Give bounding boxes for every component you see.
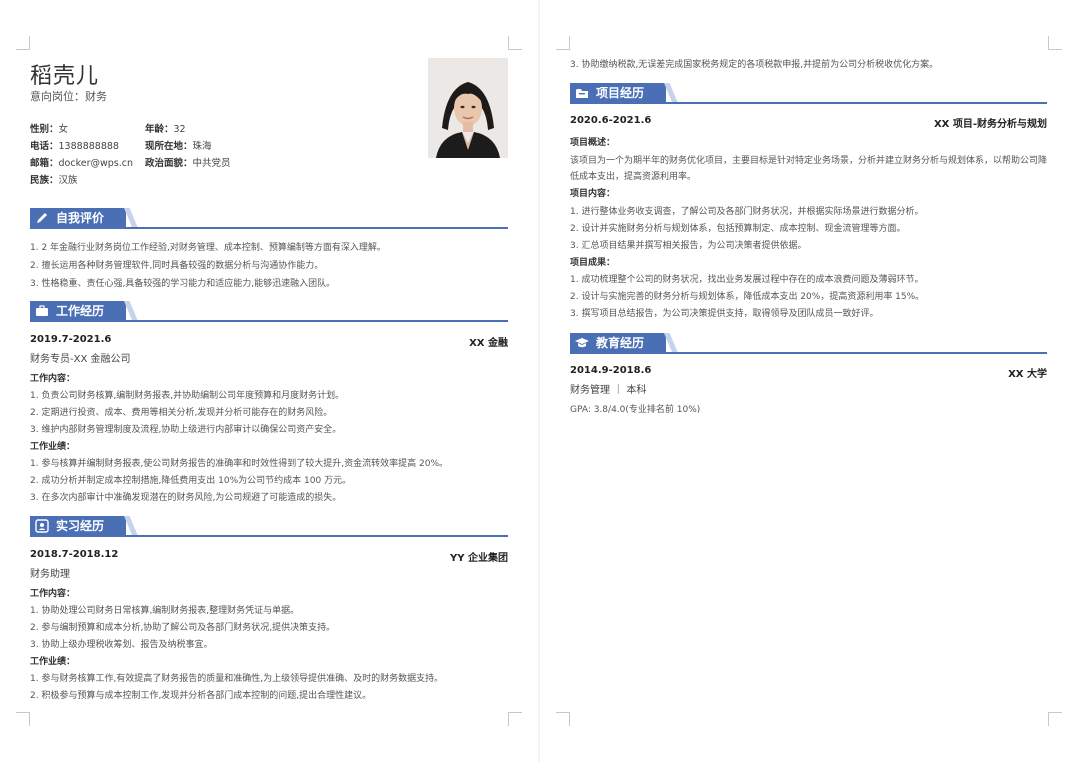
list-item: 1. 进行整体业务收支调查，了解公司及各部门财务状况，并根据实际场景进行数据分析…	[570, 207, 924, 217]
profile-photo	[428, 58, 508, 158]
section-title: 工作经历	[56, 304, 105, 318]
location-field: 现所在地：珠海	[145, 141, 212, 152]
section-intern: 实习经历	[30, 516, 508, 538]
section-title: 教育经历	[596, 336, 645, 350]
section-tab: 实习经历	[30, 516, 126, 536]
intern-role: 财务助理	[30, 569, 70, 580]
list-item: 1. 2 年金融行业财务岗位工作经验,对财务管理、成本控制、预算编制等方面有深入…	[30, 243, 386, 253]
section-project: 项目经历	[570, 83, 1047, 105]
candidate-name: 稻壳儿	[30, 64, 100, 89]
education-school: XX 大学	[1008, 369, 1047, 380]
section-title: 实习经历	[56, 519, 105, 533]
section-title: 项目经历	[596, 86, 645, 100]
list-item: 2. 设计并实施财务分析与规划体系，包括预算制定、成本控制、现金流管理等方面。	[570, 224, 906, 234]
project-name: XX 项目-财务分析与规划	[933, 119, 1047, 130]
work-role: 财务专员-XX 金融公司	[30, 354, 131, 365]
list-item: 1. 成功梳理整个公司的财务状况，找出业务发展过程中存在的成本浪费问题及薄弱环节…	[570, 275, 924, 285]
section-education: 教育经历	[570, 333, 1047, 355]
section-title: 自我评价	[56, 211, 105, 225]
list-item: 3. 协助上级办理税收筹划、报告及纳税事宜。	[30, 640, 213, 650]
page-corner-mark	[16, 36, 30, 50]
intern-result-label: 工作业绩：	[30, 657, 76, 667]
intern-content-label: 工作内容：	[30, 589, 76, 599]
education-major: 财务管理 ｜ 本科	[570, 385, 647, 396]
briefcase-icon	[36, 305, 48, 316]
section-tab: 工作经历	[30, 301, 126, 321]
list-item: 1. 参与财务核算工作,有效提高了财务报告的质量和准确性,为上级领导提供准确、及…	[30, 674, 444, 684]
list-item: 3. 撰写项目总结报告，为公司决策提供支持，取得领导及团队成员一致好评。	[570, 309, 879, 319]
intern-company: YY 企业集团	[450, 553, 508, 564]
list-item: 3. 维护内部财务管理制度及流程,协助上级进行内部审计以确保公司资产安全。	[30, 425, 342, 435]
page-corner-mark	[556, 36, 570, 50]
education-gpa: GPA: 3.8/4.0(专业排名前 10%)	[570, 405, 701, 415]
intent-position: 意向岗位：财务	[30, 90, 107, 103]
page-corner-mark	[508, 36, 522, 50]
work-company: XX 金融	[469, 338, 508, 349]
section-work: 工作经历	[30, 301, 508, 323]
project-overview-label: 项目概述：	[570, 138, 616, 148]
list-item: 2. 擅长运用各种财务管理软件,同时具备较强的数据分析与沟通协作能力。	[30, 261, 324, 271]
list-item: 3. 汇总项目结果并撰写相关报告，为公司决策者提供依据。	[570, 241, 807, 251]
section-tab: 教育经历	[570, 333, 666, 353]
list-item: 1. 负责公司财务核算,编制财务报表,并协助编制公司年度预算和月度财务计划。	[30, 391, 345, 401]
id-card-icon	[35, 519, 49, 533]
work-result-label: 工作业绩：	[30, 442, 76, 452]
list-item: 2. 参与编制预算和成本分析,协助了解公司及各部门财务状况,提供决策支持。	[30, 623, 336, 633]
list-item: 2. 设计与实施完善的财务分析与规划体系，降低成本支出 20%，提高资源利用率 …	[570, 292, 925, 302]
list-item: 3. 性格稳重、责任心强,具备较强的学习能力和适应能力,能够迅速融入团队。	[30, 279, 336, 289]
list-item: 3. 协助缴纳税款,无误差完成国家税务规定的各项税款申报,并提前为公司分析税收优…	[570, 60, 939, 70]
email-field: 邮箱：docker@wps.cn	[30, 158, 134, 169]
project-period: 2020.6-2021.6	[570, 115, 652, 126]
work-period: 2019.7-2021.6	[30, 334, 112, 345]
project-result-label: 项目成果：	[570, 258, 616, 268]
project-content-label: 项目内容：	[570, 189, 616, 199]
project-overview: 该项目为一个为期半年的财务优化项目，主要目标是针对特定业务场景，分析并建立财务分…	[570, 156, 1048, 166]
work-content-label: 工作内容：	[30, 374, 76, 384]
page-corner-mark	[16, 712, 30, 726]
pen-icon	[37, 213, 47, 223]
ethnic-field: 民族：汉族	[30, 175, 78, 186]
page-2: 3. 协助缴纳税款,无误差完成国家税务规定的各项税款申报,并提前为公司分析税收优…	[540, 0, 1080, 762]
list-item: 1. 参与核算并编制财务报表,使公司财务报告的准确率和时效性得到了较大提升,资金…	[30, 459, 449, 469]
page-corner-mark	[556, 712, 570, 726]
page-1: 稻壳儿 意向岗位：财务 性别：女 年龄：32 电话：1388888888 现所在…	[0, 0, 540, 762]
page-corner-mark	[1048, 36, 1062, 50]
page-corner-mark	[508, 712, 522, 726]
politics-field: 政治面貌：中共党员	[145, 158, 231, 169]
section-tab: 项目经历	[570, 83, 666, 103]
intern-period: 2018.7-2018.12	[30, 549, 119, 560]
section-self-eval: 自我评价	[30, 208, 508, 230]
folder-icon	[576, 89, 588, 98]
gender-field: 性别：女	[30, 124, 69, 135]
education-period: 2014.9-2018.6	[570, 365, 652, 376]
page-corner-mark	[1048, 712, 1062, 726]
list-item: 2. 定期进行投资、成本、费用等相关分析,发现并分析可能存在的财务风险。	[30, 408, 333, 418]
graduation-cap-icon	[575, 338, 589, 348]
section-tab: 自我评价	[30, 208, 126, 228]
phone-field: 电话：1388888888	[30, 141, 119, 152]
list-item: 2. 成功分析并制定成本控制措施,降低费用支出 10%为公司节约成本 100 万…	[30, 476, 352, 486]
list-item: 3. 在多次内部审计中准确发现潜在的财务风险,为公司规避了可能造成的损失。	[30, 493, 342, 503]
age-field: 年龄：32	[145, 124, 186, 135]
project-overview: 低成本支出，提高资源利用率。	[570, 172, 697, 182]
list-item: 1. 协助处理公司财务日常核算,编制财务报表,整理财务凭证与单据。	[30, 606, 300, 616]
list-item: 2. 积极参与预算与成本控制工作,发现并分析各部门成本控制的问题,提出合理性建议…	[30, 691, 372, 701]
